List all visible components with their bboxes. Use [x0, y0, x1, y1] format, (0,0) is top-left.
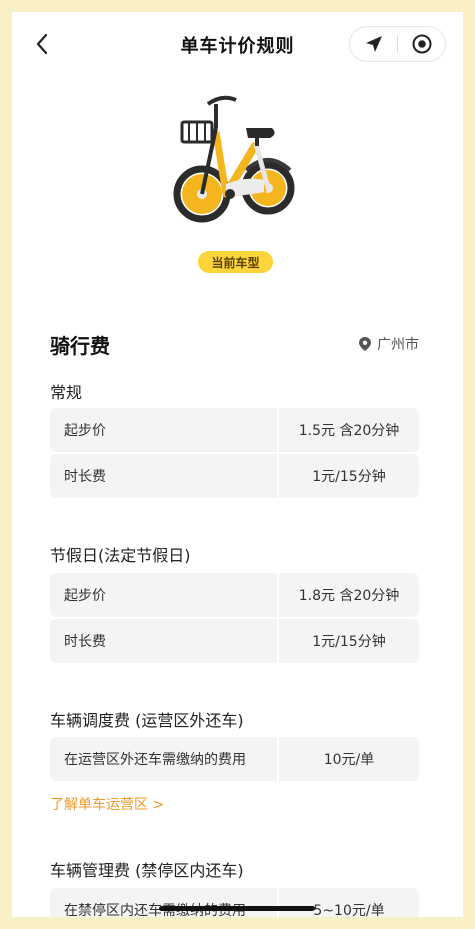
fee-price-cell: 1元/15分钟	[279, 619, 419, 663]
location-arrow-button[interactable]	[350, 27, 397, 61]
target-icon	[412, 34, 431, 54]
fee-name-cell: 时长费	[50, 454, 277, 498]
riding-fee-title: 骑行费	[50, 330, 110, 359]
dispatch-price-table: 在运营区外还车需缴纳的费用 10元/单	[50, 737, 419, 783]
table-row: 在运营区外还车需缴纳的费用 10元/单	[50, 737, 419, 781]
table-row: 起步价 1.8元 含20分钟	[50, 573, 419, 617]
city-selector[interactable]: 广州市	[359, 334, 419, 354]
mini-program-capsule	[349, 26, 446, 62]
close-target-button[interactable]	[398, 27, 445, 61]
riding-fee-title-text: 骑行费	[50, 334, 110, 358]
bicycle-icon	[173, 95, 295, 223]
fee-name-cell: 在禁停区内还车需缴纳的费用	[50, 888, 277, 917]
page-frame: 单车计价规则 当前车型 骑行费 广州市 常规 起步价 1.5元 含20分钟 时长…	[12, 12, 463, 917]
fee-price-cell: 1元/15分钟	[279, 454, 419, 498]
table-row: 时长费 1元/15分钟	[50, 454, 419, 498]
table-row: 时长费 1元/15分钟	[50, 619, 419, 663]
bike-image	[160, 84, 310, 234]
fee-price-cell: 1.8元 含20分钟	[279, 573, 419, 617]
fee-name-cell: 起步价	[50, 573, 277, 617]
management-section-label: 车辆管理费 (禁停区内还车)	[50, 861, 244, 880]
holiday-price-table: 起步价 1.8元 含20分钟 时长费 1元/15分钟	[50, 573, 419, 665]
fee-price-cell: 5~10元/单	[279, 888, 419, 917]
current-model-badge: 当前车型	[198, 251, 273, 273]
regular-section-label: 常规	[50, 383, 83, 402]
management-price-table: 在禁停区内还车需缴纳的费用 5~10元/单	[50, 888, 419, 917]
table-row: 起步价 1.5元 含20分钟	[50, 408, 419, 452]
regular-price-table: 起步价 1.5元 含20分钟 时长费 1元/15分钟	[50, 408, 419, 500]
dispatch-section-label: 车辆调度费 (运营区外还车)	[50, 711, 244, 730]
table-row: 在禁停区内还车需缴纳的费用 5~10元/单	[50, 888, 419, 917]
location-arrow-icon	[365, 36, 382, 52]
header: 单车计价规则	[12, 12, 463, 78]
fee-price-cell: 10元/单	[279, 737, 419, 781]
fee-name-cell: 时长费	[50, 619, 277, 663]
fee-name-cell: 起步价	[50, 408, 277, 452]
location-pin-icon	[359, 337, 371, 351]
fee-name-cell: 在运营区外还车需缴纳的费用	[50, 737, 277, 781]
fee-price-cell: 1.5元 含20分钟	[279, 408, 419, 452]
home-indicator[interactable]	[159, 906, 315, 911]
operating-area-link[interactable]: 了解单车运营区 >	[50, 794, 164, 814]
city-label: 广州市	[377, 337, 419, 353]
holiday-section-label: 节假日(法定节假日)	[50, 546, 191, 565]
